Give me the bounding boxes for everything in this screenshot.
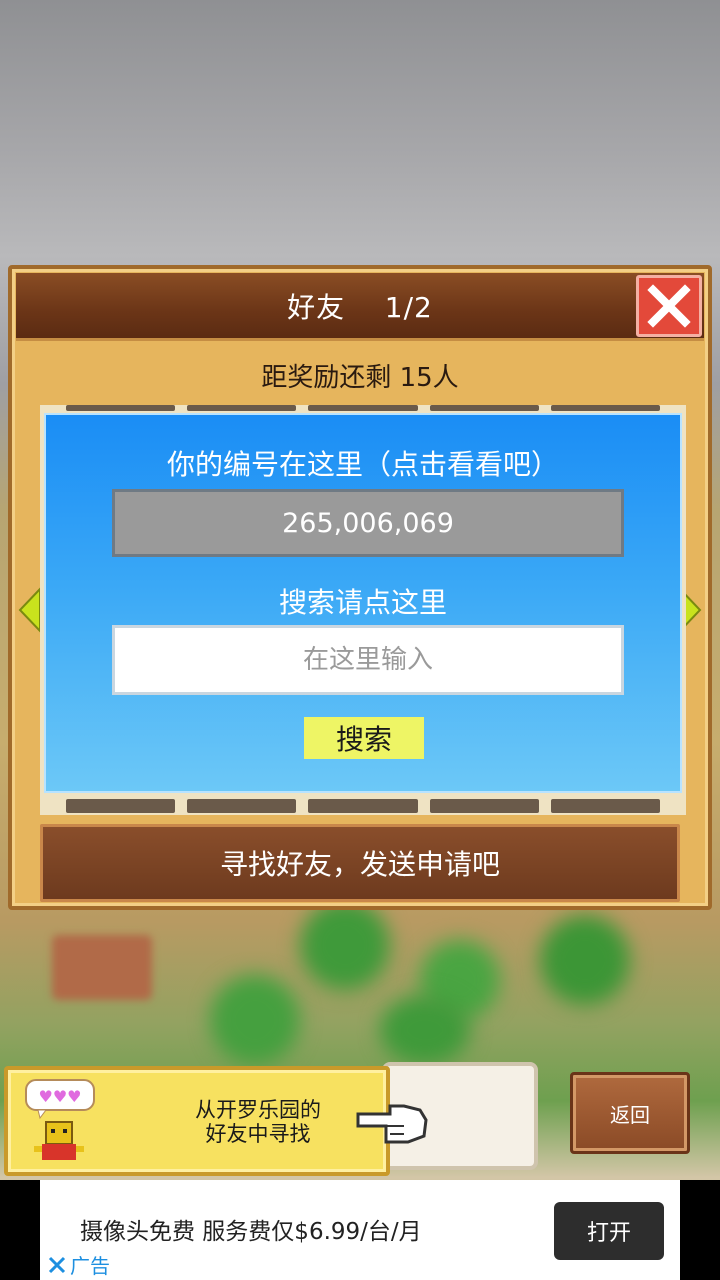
friend-id-search-input[interactable] xyxy=(112,625,624,695)
search-panel: 你的编号在这里（点击看看吧） 265,006,069 搜索请点这里 搜索 xyxy=(44,413,682,793)
film-strip-top xyxy=(66,405,661,411)
background-tree xyxy=(210,975,300,1065)
ad-text: 摄像头免费 服务费仅$6.99/台/月 xyxy=(80,1219,422,1245)
send-request-button[interactable]: 寻找好友，发送申请吧 xyxy=(40,824,680,902)
search-button[interactable]: 搜索 xyxy=(304,717,424,759)
friends-dialog: 好友 1/2 距奖励还剩 15人 你的编号在这里（点击看看吧） 265,006,… xyxy=(8,265,712,910)
ad-label: 广告 xyxy=(70,1254,110,1278)
ad-open-button[interactable]: 打开 xyxy=(554,1202,664,1260)
your-id-label: 你的编号在这里（点击看看吧） xyxy=(166,448,559,481)
ad-close-icon[interactable] xyxy=(48,1256,66,1274)
your-id-field[interactable]: 265,006,069 xyxy=(112,489,624,557)
dialog-title: 好友 1/2 xyxy=(287,286,433,326)
search-label: 搜索请点这里 xyxy=(278,586,447,619)
banner-text: 从开罗乐园的 好友中寻找 xyxy=(138,1098,378,1146)
ad-content[interactable]: 摄像头免费 服务费仅$6.99/台/月 打开 广告 xyxy=(40,1180,680,1280)
dialog-title-bar: 好友 1/2 xyxy=(16,273,704,341)
banner-text-line2: 好友中寻找 xyxy=(205,1122,311,1146)
character-avatar-icon: ♥♥♥ xyxy=(25,1079,95,1160)
film-strip-bottom xyxy=(66,799,661,813)
pointing-hand-icon xyxy=(356,1104,428,1144)
prev-page-arrow-icon[interactable] xyxy=(18,587,42,633)
background-tree xyxy=(380,995,470,1065)
find-from-friends-banner[interactable]: ♥♥♥ 从开罗乐园的 好友中寻找 xyxy=(4,1066,390,1176)
background-house xyxy=(52,935,152,1000)
close-button[interactable] xyxy=(636,275,702,337)
ad-banner: 摄像头免费 服务费仅$6.99/台/月 打开 广告 xyxy=(0,1180,720,1280)
reward-remaining-text: 距奖励还剩 15人 xyxy=(261,363,459,393)
title-label: 好友 xyxy=(287,290,346,324)
page-indicator: 1/2 xyxy=(384,290,433,324)
search-panel-frame: 你的编号在这里（点击看看吧） 265,006,069 搜索请点这里 搜索 xyxy=(40,405,686,815)
close-x-icon xyxy=(647,284,691,328)
background-tree xyxy=(300,900,390,990)
back-button[interactable]: 返回 xyxy=(570,1072,690,1154)
svg-text:♥♥♥: ♥♥♥ xyxy=(38,1087,81,1106)
ad-close-tag[interactable]: 广告 xyxy=(48,1250,110,1279)
banner-text-line1: 从开罗乐园的 xyxy=(195,1098,321,1122)
background-tree xyxy=(540,915,630,1005)
